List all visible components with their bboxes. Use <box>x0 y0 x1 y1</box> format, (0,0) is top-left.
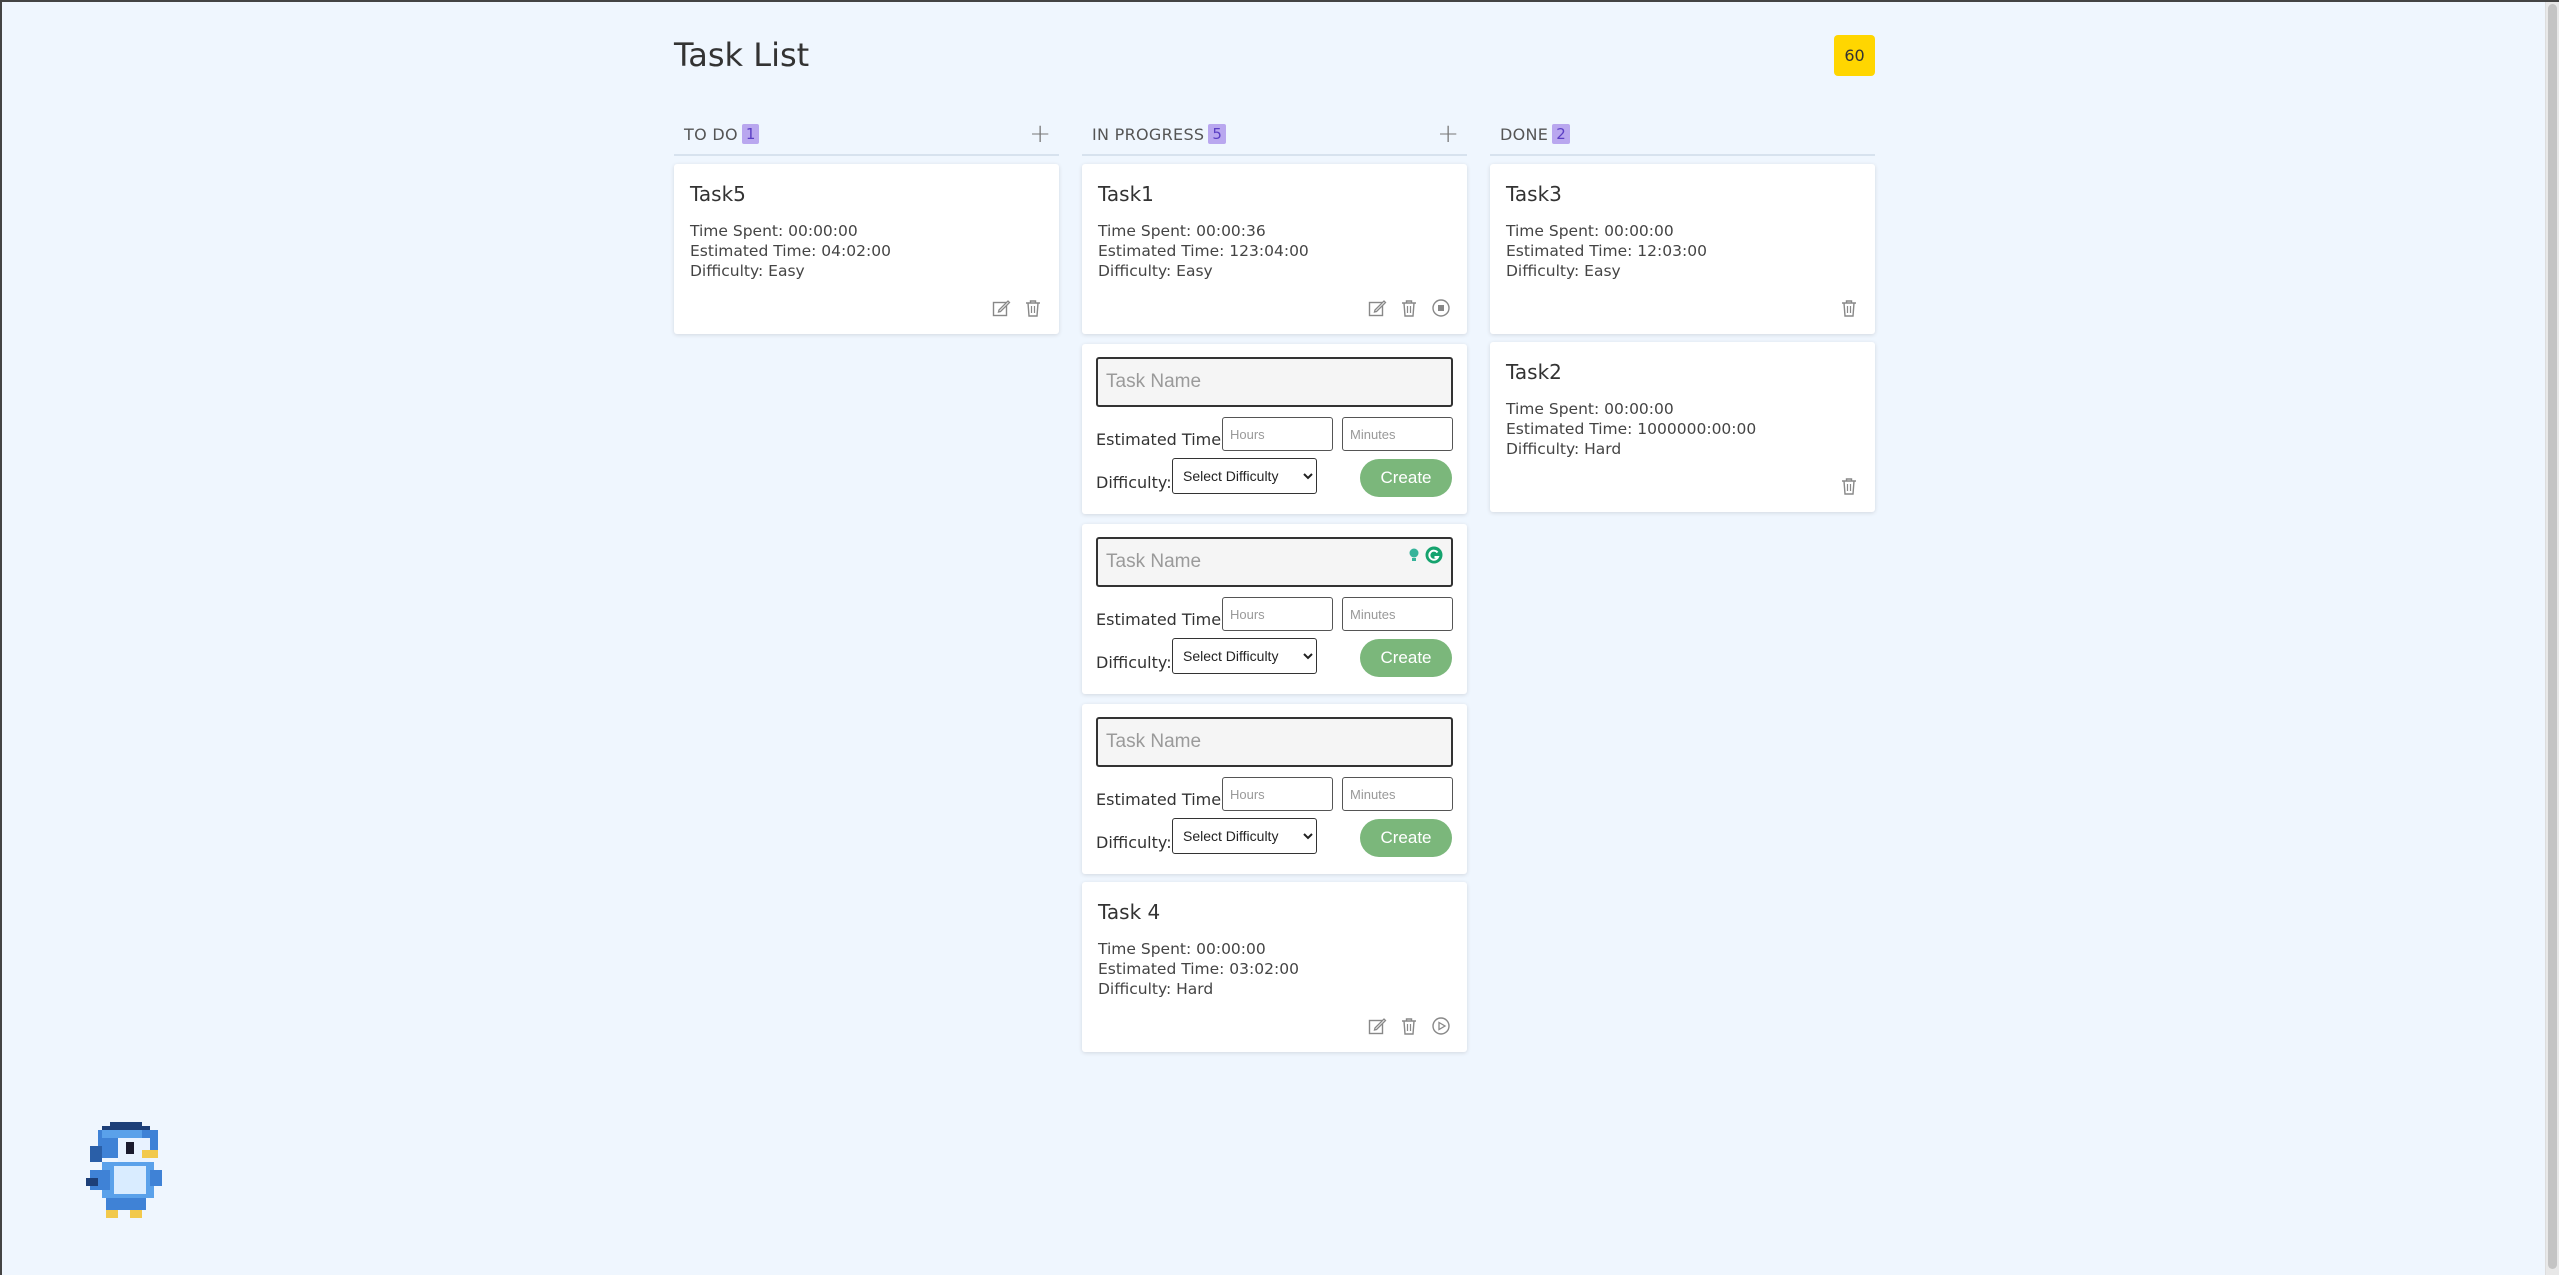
estimated-time-label: Estimated Time: <box>1096 610 1227 629</box>
task-name-input[interactable] <box>1096 537 1453 587</box>
hours-input[interactable] <box>1222 417 1333 451</box>
task-name: Task5 <box>690 182 746 206</box>
edit-icon[interactable] <box>991 298 1011 318</box>
task-name: Task 4 <box>1098 900 1161 924</box>
task-card-task3[interactable]: Task3 Time Spent: 00:00:00 Estimated Tim… <box>1490 164 1875 334</box>
bird-mascot-icon <box>86 1122 162 1218</box>
task-estimated-time: Estimated Time: 12:03:00 <box>1506 242 1707 260</box>
page-scrollbar[interactable] <box>2545 2 2559 1275</box>
grammarly-icon[interactable] <box>1425 546 1443 564</box>
difficulty-label: Difficulty: <box>1096 473 1172 492</box>
difficulty-select[interactable]: Select Difficulty <box>1172 458 1317 494</box>
difficulty-label: Difficulty: <box>1096 653 1172 672</box>
task-name-input[interactable] <box>1096 357 1453 407</box>
new-task-form: Estimated Time: Difficulty: Select Diffi… <box>1082 524 1467 694</box>
counter-badge: 60 <box>1834 35 1875 76</box>
task-card-task1[interactable]: Task1 Time Spent: 00:00:36 Estimated Tim… <box>1082 164 1467 334</box>
column-in-progress: IN PROGRESS 5 + Task1 Time Spent: 00:00:… <box>1082 114 1467 1052</box>
task-difficulty: Difficulty: Hard <box>1506 440 1622 458</box>
trash-icon[interactable] <box>1023 298 1043 318</box>
create-button[interactable]: Create <box>1360 459 1452 497</box>
task-time-spent: Time Spent: 00:00:00 <box>1098 940 1266 958</box>
task-name-input[interactable] <box>1096 717 1453 767</box>
play-icon[interactable] <box>1431 1016 1451 1036</box>
task-difficulty: Difficulty: Easy <box>690 262 805 280</box>
task-difficulty: Difficulty: Hard <box>1098 980 1214 998</box>
scrollbar-thumb[interactable] <box>2548 4 2557 1269</box>
difficulty-label: Difficulty: <box>1096 833 1172 852</box>
task-time-spent: Time Spent: 00:00:00 <box>690 222 858 240</box>
estimated-time-label: Estimated Time: <box>1096 430 1227 449</box>
task-name: Task2 <box>1506 360 1562 384</box>
hours-input[interactable] <box>1222 597 1333 631</box>
estimated-time-label: Estimated Time: <box>1096 790 1227 809</box>
edit-icon[interactable] <box>1367 1016 1387 1036</box>
trash-icon[interactable] <box>1839 298 1859 318</box>
difficulty-select[interactable]: Select Difficulty <box>1172 638 1317 674</box>
task-difficulty: Difficulty: Easy <box>1506 262 1621 280</box>
minutes-input[interactable] <box>1342 597 1453 631</box>
task-estimated-time: Estimated Time: 04:02:00 <box>690 242 891 260</box>
trash-icon[interactable] <box>1399 298 1419 318</box>
column-count-badge: 5 <box>1208 124 1226 144</box>
task-name: Task1 <box>1098 182 1154 206</box>
task-time-spent: Time Spent: 00:00:36 <box>1098 222 1266 240</box>
task-card-task2[interactable]: Task2 Time Spent: 00:00:00 Estimated Tim… <box>1490 342 1875 512</box>
column-todo: TO DO 1 + Task5 Time Spent: 00:00:00 Est… <box>674 114 1059 334</box>
task-difficulty: Difficulty: Easy <box>1098 262 1213 280</box>
stop-icon[interactable] <box>1431 298 1451 318</box>
column-done: DONE 2 Task3 Time Spent: 00:00:00 Estima… <box>1490 114 1875 512</box>
grammar-extension-icons[interactable] <box>1407 546 1443 564</box>
create-button[interactable]: Create <box>1360 819 1452 857</box>
page-title: Task List <box>674 36 810 74</box>
task-name: Task3 <box>1506 182 1562 206</box>
task-card-task4[interactable]: Task 4 Time Spent: 00:00:00 Estimated Ti… <box>1082 882 1467 1052</box>
lightbulb-icon[interactable] <box>1407 547 1421 563</box>
task-estimated-time: Estimated Time: 03:02:00 <box>1098 960 1299 978</box>
add-task-button[interactable]: + <box>1437 120 1459 148</box>
add-task-button[interactable]: + <box>1029 120 1051 148</box>
trash-icon[interactable] <box>1399 1016 1419 1036</box>
column-count-badge: 1 <box>741 124 760 144</box>
create-button[interactable]: Create <box>1360 639 1452 677</box>
column-header-in-progress: IN PROGRESS 5 + <box>1082 114 1467 156</box>
task-card-task5[interactable]: Task5 Time Spent: 00:00:00 Estimated Tim… <box>674 164 1059 334</box>
column-title: IN PROGRESS <box>1092 124 1205 144</box>
task-estimated-time: Estimated Time: 123:04:00 <box>1098 242 1309 260</box>
trash-icon[interactable] <box>1839 476 1859 496</box>
edit-icon[interactable] <box>1367 298 1387 318</box>
column-title: TO DO <box>684 124 738 144</box>
task-time-spent: Time Spent: 00:00:00 <box>1506 400 1674 418</box>
minutes-input[interactable] <box>1342 417 1453 451</box>
task-estimated-time: Estimated Time: 1000000:00:00 <box>1506 420 1757 438</box>
hours-input[interactable] <box>1222 777 1333 811</box>
column-title: DONE <box>1500 124 1549 144</box>
new-task-form: Estimated Time: Difficulty: Select Diffi… <box>1082 704 1467 874</box>
task-time-spent: Time Spent: 00:00:00 <box>1506 222 1674 240</box>
column-header-done: DONE 2 <box>1490 114 1875 156</box>
minutes-input[interactable] <box>1342 777 1453 811</box>
new-task-form: Estimated Time: Difficulty: Select Diffi… <box>1082 344 1467 514</box>
column-count-badge: 2 <box>1552 124 1570 144</box>
difficulty-select[interactable]: Select Difficulty <box>1172 818 1317 854</box>
column-header-todo: TO DO 1 + <box>674 114 1059 156</box>
